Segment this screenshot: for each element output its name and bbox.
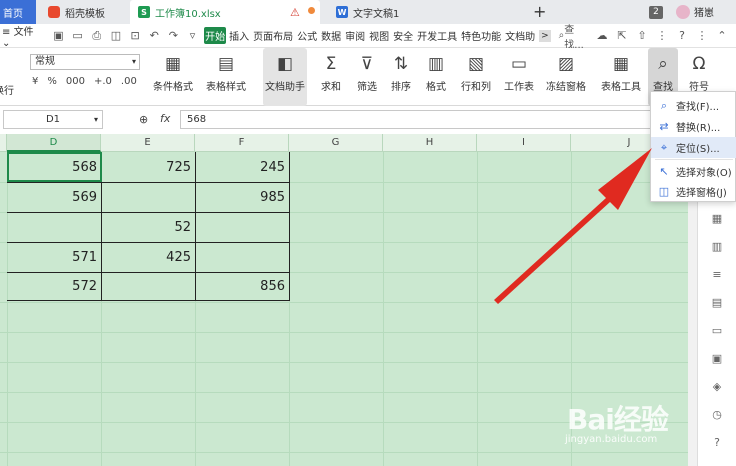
annotation-arrow bbox=[494, 148, 652, 304]
red-arrow-icon bbox=[494, 148, 652, 304]
